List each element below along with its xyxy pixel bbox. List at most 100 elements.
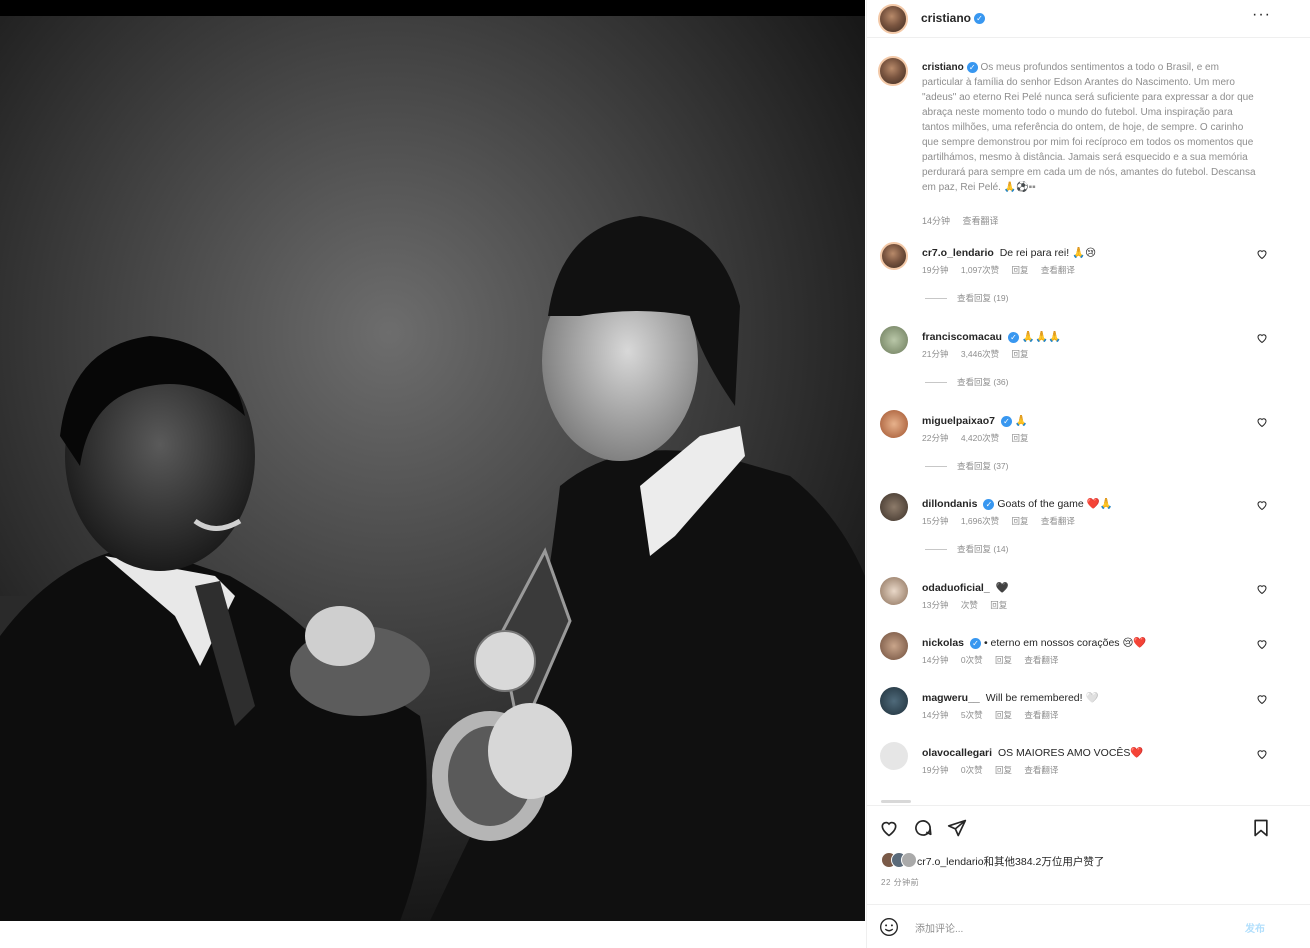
comment-username[interactable]: franciscomacau [922, 331, 1002, 343]
comment-line: dillondanis ✓ Goats of the game ❤️🙏 [922, 497, 1113, 510]
heart-icon[interactable] [1256, 748, 1268, 760]
view-replies-label[interactable]: 查看回复 (36) [957, 377, 1008, 387]
author-username-text[interactable]: cristiano [921, 11, 971, 25]
comment-line: nickolas ✓ • eterno em nossos corações 😢❤… [922, 636, 1146, 649]
view-replies-button[interactable]: 查看回复 (14) [925, 543, 1008, 555]
liker-avatar[interactable] [901, 852, 917, 868]
caption-meta: 14分钟 查看翻译 [922, 214, 999, 227]
verified-icon: ✓ [983, 498, 995, 510]
replies-divider [925, 549, 947, 551]
comment-time: 22分钟 [922, 433, 949, 443]
liked-by[interactable]: cr7.o_lendario和其他384.2万位用户赞了 [881, 850, 1301, 870]
comment-time: 13分钟 [922, 600, 949, 610]
replies-divider [925, 298, 947, 300]
post-comment-button[interactable]: 发布 [1245, 920, 1265, 935]
comment-avatar[interactable] [880, 687, 908, 715]
comment-reply-button[interactable]: 回复 [1012, 265, 1029, 275]
comment-likes[interactable]: 次赞 [961, 600, 978, 610]
comment-avatar[interactable] [880, 742, 908, 770]
comment-meta: 13分钟 次赞 回复 [922, 599, 1017, 611]
post-photo[interactable] [0, 0, 865, 948]
liked-by-text[interactable]: cr7.o_lendario和其他384.2万位用户赞了 [917, 854, 1104, 869]
comment-reply-button[interactable]: 回复 [995, 710, 1012, 720]
comment-likes[interactable]: 4,420次赞 [961, 433, 999, 443]
comment-line: odaduoficial_ 🖤 [922, 581, 1009, 594]
comment-username[interactable]: olavocallegari [922, 747, 992, 759]
photo-image [0, 16, 865, 921]
comment-avatar[interactable] [880, 632, 908, 660]
comment-likes[interactable]: 0次赞 [961, 765, 983, 775]
comment-reply-button[interactable]: 回复 [1012, 433, 1029, 443]
comment-text: Goats of the game ❤️🙏 [997, 498, 1113, 510]
comment-time: 14分钟 [922, 710, 949, 720]
view-replies-button[interactable]: 查看回复 (19) [925, 292, 1008, 304]
comment-translate-link[interactable]: 查看翻译 [1041, 265, 1075, 275]
verified-icon: ✓ [970, 637, 982, 649]
comment-reply-button[interactable]: 回复 [995, 765, 1012, 775]
post-actions [867, 805, 1310, 849]
replies-divider [925, 382, 947, 384]
verified-icon: ✓ [1007, 331, 1019, 343]
comment-text: 🙏🙏🙏 [1021, 331, 1062, 343]
heart-icon[interactable] [1256, 583, 1268, 595]
comment-username[interactable]: cr7.o_lendario [922, 247, 994, 259]
heart-icon[interactable] [1256, 248, 1268, 260]
comment-reply-button[interactable]: 回复 [1012, 516, 1029, 526]
heart-icon[interactable] [879, 818, 899, 838]
view-replies-button[interactable]: 查看回复 (36) [925, 376, 1008, 388]
comment-text: Will be remembered! 🤍 [985, 692, 1099, 704]
comment-avatar[interactable] [880, 577, 908, 605]
comment-avatar[interactable] [880, 242, 908, 270]
comment-avatar[interactable] [880, 410, 908, 438]
share-icon[interactable] [947, 818, 967, 838]
comment-text: 🙏 [1014, 415, 1028, 427]
comment-text: 🖤 [995, 582, 1009, 594]
heart-icon[interactable] [1256, 693, 1268, 705]
post-sidebar: cristiano ✓ ··· cristiano ✓ Os meus profun… [866, 0, 1310, 948]
comment-likes[interactable]: 1,097次赞 [961, 265, 999, 275]
heart-icon[interactable] [1256, 499, 1268, 511]
comment-translate-link[interactable]: 查看翻译 [1024, 765, 1058, 775]
comment-username[interactable]: miguelpaixao7 [922, 415, 995, 427]
view-replies-label[interactable]: 查看回复 (37) [957, 461, 1008, 471]
author-avatar[interactable] [878, 4, 908, 34]
comment-username[interactable]: odaduoficial_ [922, 582, 990, 594]
caption-author-avatar[interactable] [878, 56, 908, 86]
comment-translate-link[interactable]: 查看翻译 [1024, 655, 1058, 665]
comment-username[interactable]: magweru__ [922, 692, 980, 704]
comment-reply-button[interactable]: 回复 [990, 600, 1007, 610]
comment-translate-link[interactable]: 查看翻译 [1041, 516, 1075, 526]
add-comment-input[interactable]: 添加评论... [915, 920, 963, 935]
comment-likes[interactable]: 5次赞 [961, 710, 983, 720]
heart-icon[interactable] [1256, 416, 1268, 428]
comment-line: olavocallegari OS MAIORES AMO VOCÊS❤️ [922, 746, 1144, 759]
comment-icon[interactable] [913, 818, 933, 838]
comment-likes[interactable]: 3,446次赞 [961, 349, 999, 359]
comment-username[interactable]: nickolas [922, 637, 964, 649]
view-replies-button[interactable]: 查看回复 (37) [925, 460, 1008, 472]
heart-icon[interactable] [1256, 638, 1268, 650]
view-replies-label[interactable]: 查看回复 (19) [957, 293, 1008, 303]
comment-reply-button[interactable]: 回复 [1012, 349, 1029, 359]
smile-icon[interactable] [879, 917, 899, 937]
heart-icon[interactable] [1256, 332, 1268, 344]
more-icon[interactable]: ··· [1252, 6, 1271, 24]
comments-scrollbar[interactable] [881, 800, 911, 803]
caption-translate-link[interactable]: 查看翻译 [963, 216, 999, 226]
comment-time: 21分钟 [922, 349, 949, 359]
comment-reply-button[interactable]: 回复 [995, 655, 1012, 665]
caption-author-username[interactable]: cristiano [922, 62, 964, 73]
comment-meta: 22分钟 4,420次赞 回复 [922, 432, 1039, 444]
comment-likes[interactable]: 0次赞 [961, 655, 983, 665]
caption-time: 14分钟 [922, 216, 951, 226]
view-replies-label[interactable]: 查看回复 (14) [957, 544, 1008, 554]
author-username[interactable]: cristiano ✓ [921, 11, 986, 25]
comment-username[interactable]: dillondanis [922, 498, 977, 510]
comment-likes[interactable]: 1,696次赞 [961, 516, 999, 526]
comment-translate-link[interactable]: 查看翻译 [1024, 710, 1058, 720]
bookmark-icon[interactable] [1251, 818, 1271, 838]
comment-time: 19分钟 [922, 265, 949, 275]
comment-avatar[interactable] [880, 493, 908, 521]
comment-line: cr7.o_lendario De rei para rei! 🙏😢 [922, 246, 1096, 259]
comment-avatar[interactable] [880, 326, 908, 354]
